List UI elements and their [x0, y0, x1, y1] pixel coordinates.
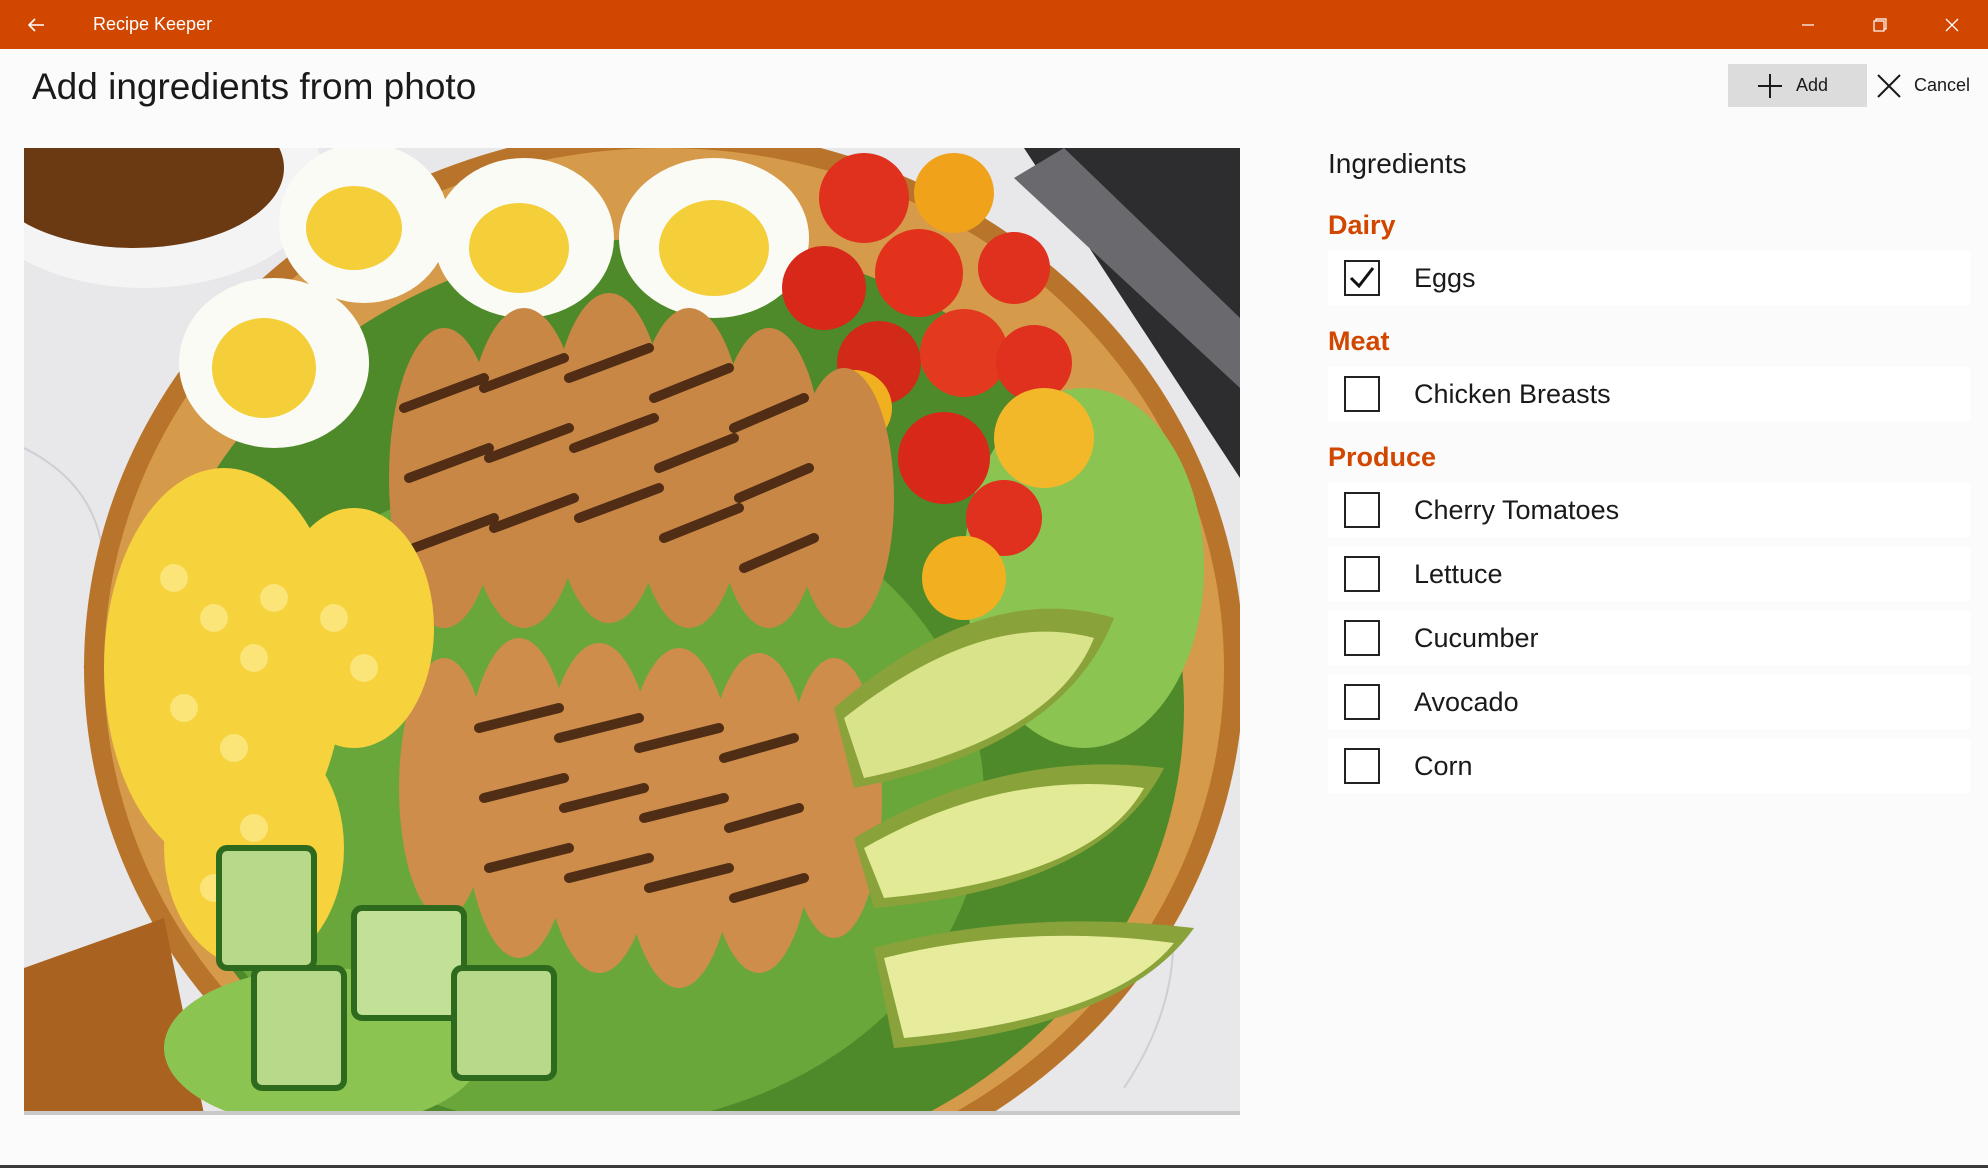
ingredient-label: Corn: [1414, 750, 1473, 781]
restore-button[interactable]: [1844, 0, 1916, 49]
ingredient-label: Cucumber: [1414, 622, 1539, 653]
arrow-left-icon: [27, 17, 44, 32]
checkbox-chicken-breasts[interactable]: [1344, 376, 1380, 412]
photo-scrollbar[interactable]: [24, 1111, 1240, 1115]
add-button[interactable]: Add: [1728, 64, 1867, 107]
cancel-button[interactable]: Cancel: [1874, 64, 1982, 107]
close-window-button[interactable]: [1916, 0, 1988, 49]
ingredient-row-cherry-tomatoes[interactable]: Cherry Tomatoes: [1328, 483, 1970, 537]
checkbox-cherry-tomatoes[interactable]: [1344, 492, 1380, 528]
ingredient-label: Cherry Tomatoes: [1414, 494, 1620, 525]
salad-illustration: [24, 148, 1240, 1114]
plus-icon: [1758, 73, 1782, 98]
ingredient-label: Eggs: [1414, 262, 1476, 293]
cancel-button-label: Cancel: [1914, 75, 1971, 95]
back-button[interactable]: [12, 0, 60, 49]
ingredient-row-cucumber[interactable]: Cucumber: [1328, 611, 1970, 665]
checkmark-icon: [1349, 267, 1375, 289]
checkbox-lettuce[interactable]: [1344, 556, 1380, 592]
minimize-button[interactable]: [1772, 0, 1844, 49]
ingredient-row-lettuce[interactable]: Lettuce: [1328, 547, 1970, 601]
checkbox-corn[interactable]: [1344, 748, 1380, 784]
recipe-photo[interactable]: [24, 148, 1240, 1114]
close-icon: [1945, 18, 1959, 31]
title-bar: Recipe Keeper: [0, 0, 1988, 49]
category-dairy: Dairy: [1328, 210, 1396, 240]
ingredient-label: Lettuce: [1414, 558, 1503, 589]
minimize-icon: [1802, 23, 1814, 26]
ingredient-row-eggs[interactable]: Eggs: [1328, 251, 1970, 305]
page-title: Add ingredients from photo: [32, 66, 477, 107]
add-button-label: Add: [1796, 75, 1829, 95]
ingredient-row-avocado[interactable]: Avocado: [1328, 675, 1970, 729]
ingredient-label: Avocado: [1414, 686, 1519, 717]
checkbox-eggs[interactable]: [1344, 260, 1380, 296]
app-title: Recipe Keeper: [93, 14, 213, 34]
ingredient-row-corn[interactable]: Corn: [1328, 739, 1970, 793]
close-icon: [1877, 73, 1901, 98]
category-meat: Meat: [1328, 326, 1390, 356]
ingredient-row-chicken-breasts[interactable]: Chicken Breasts: [1328, 367, 1970, 421]
checkbox-avocado[interactable]: [1344, 684, 1380, 720]
checkbox-cucumber[interactable]: [1344, 620, 1380, 656]
ingredients-heading: Ingredients: [1328, 148, 1467, 179]
category-produce: Produce: [1328, 442, 1437, 472]
restore-icon: [1873, 17, 1887, 32]
ingredient-label: Chicken Breasts: [1414, 378, 1611, 409]
